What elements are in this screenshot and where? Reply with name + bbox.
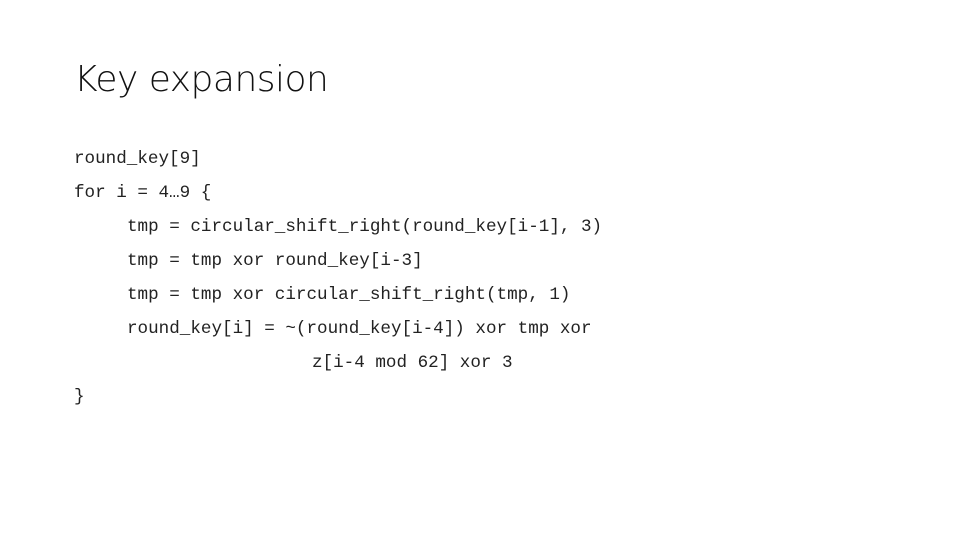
code-line-shift-right-1: tmp = tmp xor circular_shift_right(tmp, …	[127, 285, 571, 305]
code-line-xor-round-key: tmp = tmp xor round_key[i-3]	[127, 251, 423, 271]
code-line-assign-round-key: round_key[i] = ~(round_key[i-4]) xor tmp…	[127, 319, 592, 339]
slide: Key expansion round_key[9] for i = 4…9 {…	[0, 0, 960, 540]
code-line-shift-right-3: tmp = circular_shift_right(round_key[i-1…	[127, 217, 603, 237]
slide-title: Key expansion	[74, 59, 329, 100]
code-line-declaration: round_key[9]	[74, 149, 201, 169]
code-line-for-loop: for i = 4…9 {	[74, 183, 212, 203]
code-line-closing-brace: }	[74, 387, 85, 407]
code-line-assign-continuation: z[i-4 mod 62] xor 3	[312, 353, 513, 373]
code-block: round_key[9] for i = 4…9 { tmp = circula…	[74, 142, 602, 414]
